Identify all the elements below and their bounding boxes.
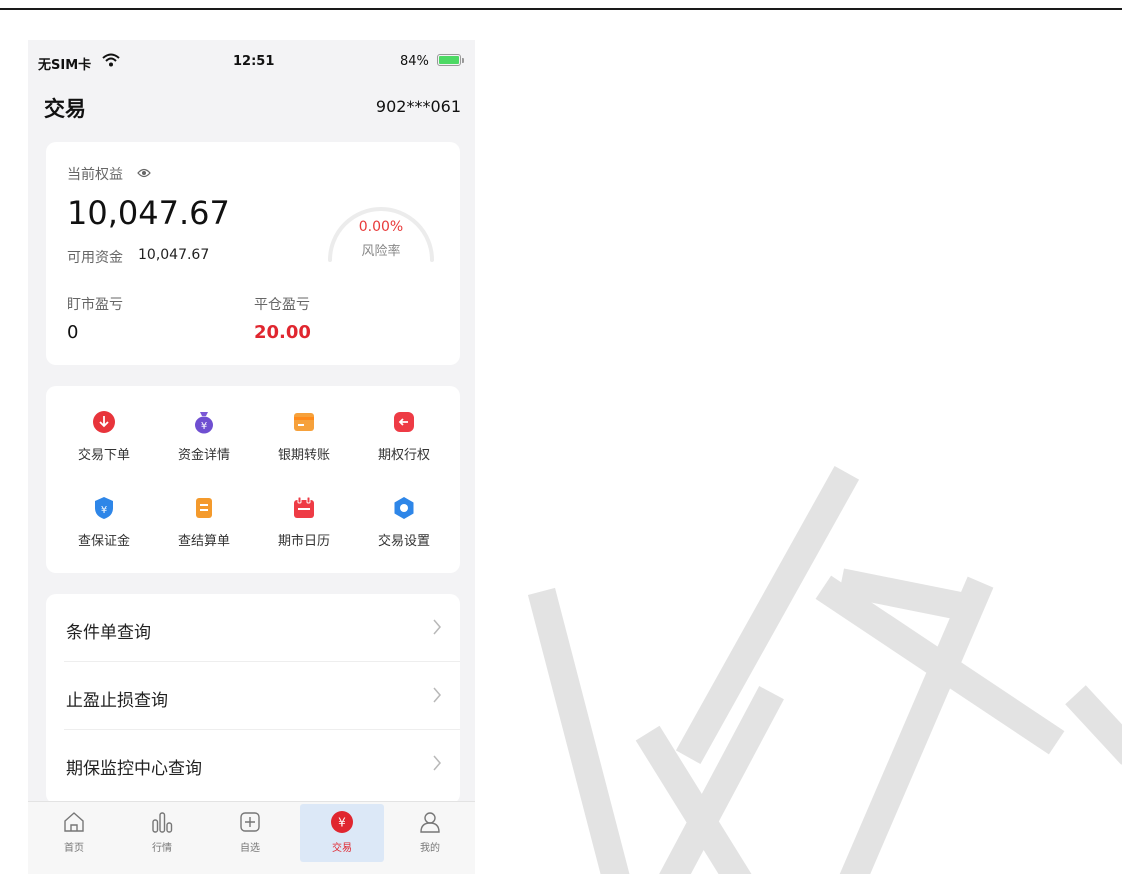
top-rule: [0, 8, 1122, 10]
clock-text: 12:51: [233, 54, 275, 69]
carrier-text: 无SIM卡: [38, 58, 92, 73]
account-number[interactable]: 902***061: [376, 97, 461, 116]
exercise-icon: [394, 412, 414, 432]
chevron-right-icon: [433, 687, 441, 703]
add-square-icon: [240, 812, 260, 832]
function-label: 交易下单: [77, 448, 130, 463]
function-grid: 交易下单 ¥ 资金详情 银期转账 期权行权 ¥ 查保证金 查结算单 期市日历 交…: [46, 386, 460, 573]
svg-text:¥: ¥: [101, 505, 107, 516]
function-label: 资金详情: [177, 448, 230, 463]
list-item-conditional-orders[interactable]: 条件单查询: [46, 594, 460, 662]
mark-pnl-value: 0: [67, 322, 79, 343]
trade-yen-icon: ¥: [331, 811, 353, 833]
money-bag-icon: ¥: [195, 412, 213, 434]
shield-yen-icon: ¥: [95, 497, 113, 519]
function-calendar[interactable]: 期市日历: [258, 496, 350, 566]
list-item-stop-profit-loss[interactable]: 止盈止损查询: [46, 662, 460, 730]
tab-home[interactable]: 首页: [32, 804, 116, 862]
function-funds[interactable]: ¥ 资金详情: [158, 410, 250, 480]
order-down-icon: [93, 411, 115, 433]
equity-value: 10,047.67: [67, 194, 230, 232]
list-item-monitoring-center[interactable]: 期保监控中心查询: [46, 730, 460, 798]
svg-text:¥: ¥: [338, 816, 346, 830]
function-bank-transfer[interactable]: 银期转账: [258, 410, 350, 480]
function-margin[interactable]: ¥ 查保证金: [58, 496, 150, 566]
close-pnl-label: 平仓盈亏: [254, 297, 310, 313]
tab-market[interactable]: 行情: [120, 804, 204, 862]
tab-label: 我的: [420, 843, 440, 854]
svg-text:¥: ¥: [201, 421, 207, 432]
profile-icon: [420, 812, 440, 833]
mark-pnl-label: 盯市盈亏: [67, 297, 123, 313]
phone-screen: 无SIM卡 12:51 84% 交易 902***061 当前权益 10,047…: [28, 40, 475, 874]
function-order[interactable]: 交易下单: [58, 410, 150, 480]
function-label: 期市日历: [277, 534, 330, 549]
gear-icon: [394, 497, 414, 519]
status-bar: 无SIM卡 12:51 84%: [28, 40, 475, 80]
tab-label: 交易: [332, 843, 352, 854]
available-funds-value: 10,047.67: [138, 247, 210, 263]
tab-trade[interactable]: ¥ 交易: [300, 804, 384, 862]
function-label: 期权行权: [377, 448, 430, 463]
list-item-label: 止盈止损查询: [66, 691, 168, 711]
watermark-graphic: [527, 465, 1122, 874]
tab-label: 行情: [152, 843, 172, 854]
query-list: 条件单查询 止盈止损查询 期保监控中心查询: [46, 594, 460, 804]
function-option-exercise[interactable]: 期权行权: [358, 410, 450, 480]
wifi-icon: [102, 53, 120, 67]
close-pnl-value: 20.00: [254, 322, 311, 343]
risk-rate-label: 风险率: [361, 244, 401, 259]
battery-percent: 84%: [400, 54, 429, 69]
function-label: 查保证金: [77, 534, 130, 549]
function-settings[interactable]: 交易设置: [358, 496, 450, 566]
risk-rate-value: 0.00%: [358, 219, 404, 235]
card-icon: [294, 413, 314, 431]
document-icon: [196, 498, 212, 518]
page-header: 交易 902***061: [28, 84, 475, 128]
tab-profile[interactable]: 我的: [388, 804, 472, 862]
chevron-right-icon: [433, 619, 441, 635]
calendar-icon: [294, 496, 314, 518]
chevron-right-icon: [433, 755, 441, 771]
battery-icon: [437, 54, 464, 66]
function-label: 银期转账: [277, 448, 330, 463]
page-title: 交易: [44, 97, 86, 121]
home-icon: [64, 812, 84, 832]
bottom-tab-bar: 首页 行情 自选 ¥ 交易 我的: [28, 801, 475, 874]
tab-label: 首页: [64, 843, 84, 854]
equity-card: 当前权益 10,047.67 可用资金 10,047.67 0.00% 风险率 …: [46, 142, 460, 365]
function-label: 查结算单: [177, 534, 230, 549]
tab-label: 自选: [240, 843, 260, 854]
tab-watchlist[interactable]: 自选: [208, 804, 292, 862]
equity-label: 当前权益: [67, 167, 123, 183]
eye-icon[interactable]: [137, 167, 151, 179]
market-bars-icon: [152, 812, 173, 833]
function-settlement[interactable]: 查结算单: [158, 496, 250, 566]
list-item-label: 期保监控中心查询: [66, 759, 202, 779]
risk-gauge: 0.00% 风险率: [322, 186, 440, 266]
list-item-label: 条件单查询: [66, 623, 151, 643]
function-label: 交易设置: [377, 534, 430, 549]
available-funds-label: 可用资金: [67, 250, 123, 266]
